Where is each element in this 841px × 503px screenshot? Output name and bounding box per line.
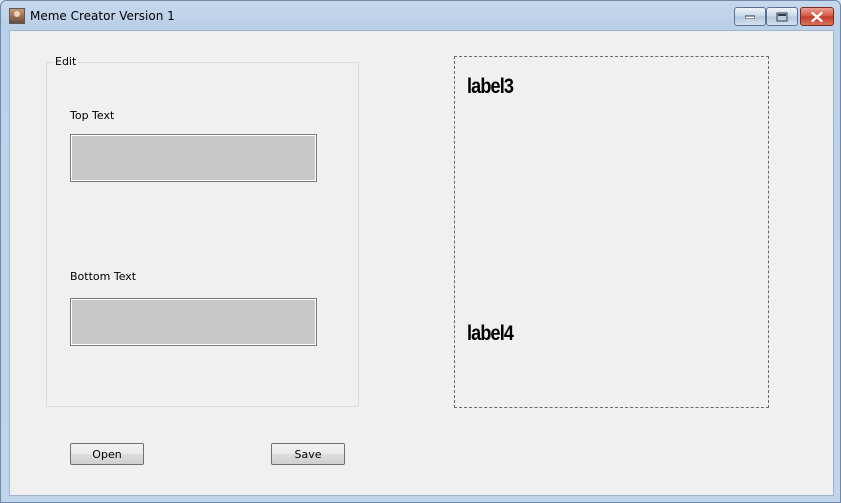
minimize-icon — [735, 8, 765, 25]
bottom-text-input[interactable] — [70, 298, 317, 346]
app-icon[interactable] — [9, 8, 25, 24]
bottom-text-label: Bottom Text — [70, 270, 137, 283]
save-button[interactable]: Save — [271, 443, 345, 465]
edit-group-legend: Edit — [53, 55, 79, 68]
maximize-icon — [767, 8, 797, 25]
maximize-button[interactable] — [766, 7, 798, 26]
edit-groupbox: Edit Top Text Bottom Text — [46, 55, 359, 407]
bottom-meme-label: label4 — [467, 322, 514, 345]
open-button[interactable]: Open — [70, 443, 144, 465]
top-meme-label: label3 — [467, 75, 514, 98]
title-bar[interactable]: Meme Creator Version 1 — [1, 1, 840, 31]
main-window: Meme Creator Version 1 Edit Top Text Bot… — [0, 0, 841, 503]
top-text-label: Top Text — [70, 109, 115, 122]
close-button[interactable] — [800, 7, 834, 26]
minimize-button[interactable] — [734, 7, 766, 26]
client-area: Edit Top Text Bottom Text label3 label4 … — [9, 30, 834, 496]
meme-preview-panel: label3 label4 — [454, 56, 769, 408]
top-text-input[interactable] — [70, 134, 317, 182]
window-title: Meme Creator Version 1 — [30, 9, 175, 23]
close-icon — [801, 8, 833, 25]
